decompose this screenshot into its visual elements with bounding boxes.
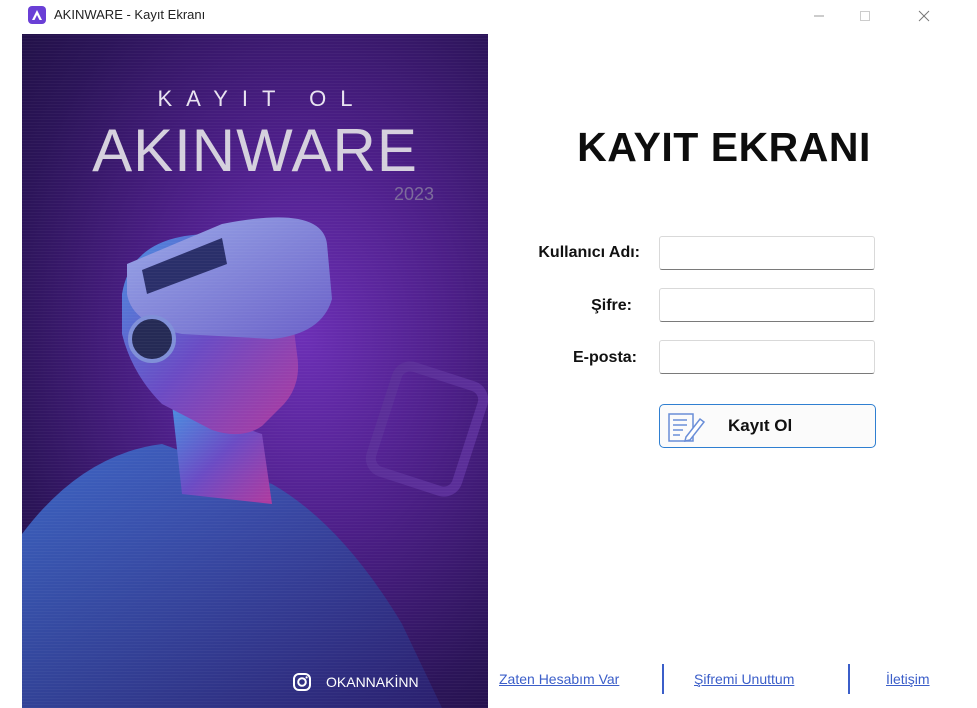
- page-title: KAYIT EKRANI: [577, 124, 871, 170]
- instagram-handle-text: OKANNAKİNN: [326, 674, 419, 690]
- password-label: Şifre:: [591, 297, 632, 314]
- vr-person-illustration: [22, 217, 488, 708]
- email-label: E-posta:: [573, 349, 637, 366]
- username-input[interactable]: [659, 236, 875, 270]
- banner-year: 2023: [393, 184, 434, 204]
- banner-subtitle: KAYIT OL: [157, 86, 367, 111]
- vr-banner: KAYIT OL AKINWARE 2023 OKANNAKİNN: [22, 34, 488, 708]
- app-logo-icon: [28, 6, 46, 24]
- password-input[interactable]: [659, 288, 875, 322]
- footer-divider: [848, 664, 850, 694]
- register-button[interactable]: Kayıt Ol: [659, 404, 876, 448]
- contact-link[interactable]: İletişim: [886, 671, 930, 687]
- footer-divider: [662, 664, 664, 694]
- form-edit-icon: [668, 413, 706, 442]
- close-icon[interactable]: [901, 0, 947, 32]
- banner-title: AKINWARE: [92, 117, 418, 184]
- forgot-password-link[interactable]: Şifremi Unuttum: [694, 671, 794, 687]
- existing-account-link[interactable]: Zaten Hesabım Var: [499, 671, 619, 687]
- username-label: Kullanıcı Adı:: [538, 244, 640, 261]
- maximize-icon[interactable]: [842, 0, 888, 32]
- title-bar: AKINWARE - Kayıt Ekranı: [0, 0, 977, 32]
- minimize-icon[interactable]: [796, 0, 842, 32]
- instagram-handle[interactable]: OKANNAKİNN: [292, 672, 419, 692]
- email-input[interactable]: [659, 340, 875, 374]
- register-button-label: Kayıt Ol: [728, 416, 793, 435]
- window-title: AKINWARE - Kayıt Ekranı: [54, 7, 206, 22]
- instagram-icon: [293, 673, 311, 691]
